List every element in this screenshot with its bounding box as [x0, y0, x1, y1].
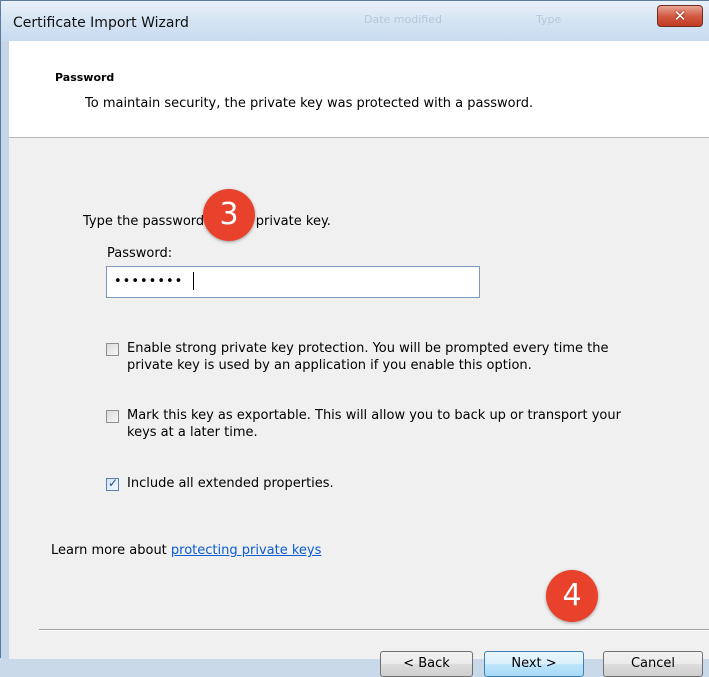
- dialog-client-area: Password To maintain security, the priva…: [9, 41, 709, 677]
- password-masked-value: ••••••••: [114, 274, 184, 289]
- close-icon: ✕: [673, 7, 687, 25]
- text-caret: [193, 272, 194, 290]
- extended-properties-option[interactable]: ✓ Include all extended properties.: [106, 475, 334, 492]
- title-bar[interactable]: Date modified Type Certificate Import Wi…: [1, 1, 709, 41]
- learn-more-text: Learn more about protecting private keys: [51, 543, 322, 558]
- background-column-header: Date modified: [364, 13, 442, 26]
- background-column-header: Type: [536, 13, 562, 26]
- exportable-checkbox[interactable]: [106, 410, 119, 423]
- exportable-option[interactable]: Mark this key as exportable. This will a…: [106, 407, 621, 441]
- checkbox-label: Mark this key as exportable. This will a…: [127, 408, 621, 440]
- password-label: Password:: [107, 246, 173, 261]
- step-marker-4: 4: [546, 570, 598, 622]
- strong-protection-checkbox[interactable]: [106, 343, 119, 356]
- page-title: Password: [55, 71, 115, 84]
- window-title: Certificate Import Wizard: [13, 15, 189, 31]
- next-button[interactable]: Next >: [484, 651, 584, 677]
- cancel-button[interactable]: Cancel: [603, 651, 703, 677]
- extended-properties-checkbox[interactable]: ✓: [106, 476, 119, 491]
- back-button[interactable]: < Back: [380, 651, 473, 677]
- wizard-body: Type the password for the private key. P…: [9, 138, 709, 677]
- protecting-keys-link[interactable]: protecting private keys: [171, 543, 321, 558]
- strong-protection-option[interactable]: Enable strong private key protection. Yo…: [106, 340, 608, 374]
- checkmark-icon: ✓: [108, 476, 119, 490]
- close-button[interactable]: ✕: [657, 5, 703, 27]
- checkbox-label: Include all extended properties.: [127, 476, 334, 491]
- step-marker-3: 3: [203, 189, 255, 241]
- wizard-header: Password To maintain security, the priva…: [9, 41, 709, 138]
- wizard-window: Date modified Type Certificate Import Wi…: [0, 0, 709, 677]
- footer-divider: [39, 629, 709, 631]
- page-subtitle: To maintain security, the private key wa…: [85, 96, 534, 111]
- checkbox-label: Enable strong private key protection. Yo…: [127, 341, 609, 373]
